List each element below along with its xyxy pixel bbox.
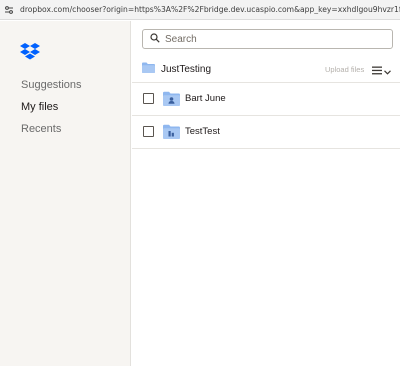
shared-folder-icon (163, 91, 180, 106)
row-checkbox[interactable] (143, 126, 154, 137)
search-input[interactable] (165, 33, 385, 45)
sidebar-item-my-files[interactable]: My files (21, 101, 58, 113)
view-options-button[interactable] (372, 62, 391, 80)
chevron-down-icon (384, 62, 391, 80)
dropbox-logo-icon[interactable] (20, 43, 40, 61)
list-view-icon (372, 62, 382, 80)
file-row[interactable]: Bart June (132, 83, 400, 116)
upload-files-button[interactable]: Upload files (325, 65, 364, 74)
url-text[interactable]: dropbox.com/chooser?origin=https%3A%2F%2… (20, 5, 400, 14)
sidebar: Suggestions My files Recents (0, 21, 131, 366)
file-row[interactable]: TestTest (132, 116, 400, 149)
sidebar-item-recents[interactable]: Recents (21, 123, 61, 135)
current-folder-name[interactable]: JustTesting (161, 64, 211, 75)
main-panel: JustTesting Upload files (132, 21, 400, 366)
address-bar[interactable]: dropbox.com/chooser?origin=https%3A%2F%2… (0, 0, 400, 20)
sidebar-item-suggestions[interactable]: Suggestions (21, 79, 82, 91)
folder-icon (142, 60, 155, 78)
file-name[interactable]: TestTest (185, 126, 220, 137)
folder-header: JustTesting Upload files (142, 61, 393, 77)
team-folder-icon (163, 124, 180, 139)
row-checkbox[interactable] (143, 93, 154, 104)
search-box[interactable] (142, 29, 393, 49)
file-name[interactable]: Bart June (185, 93, 226, 104)
site-settings-icon[interactable] (4, 5, 14, 15)
search-icon (150, 30, 160, 48)
